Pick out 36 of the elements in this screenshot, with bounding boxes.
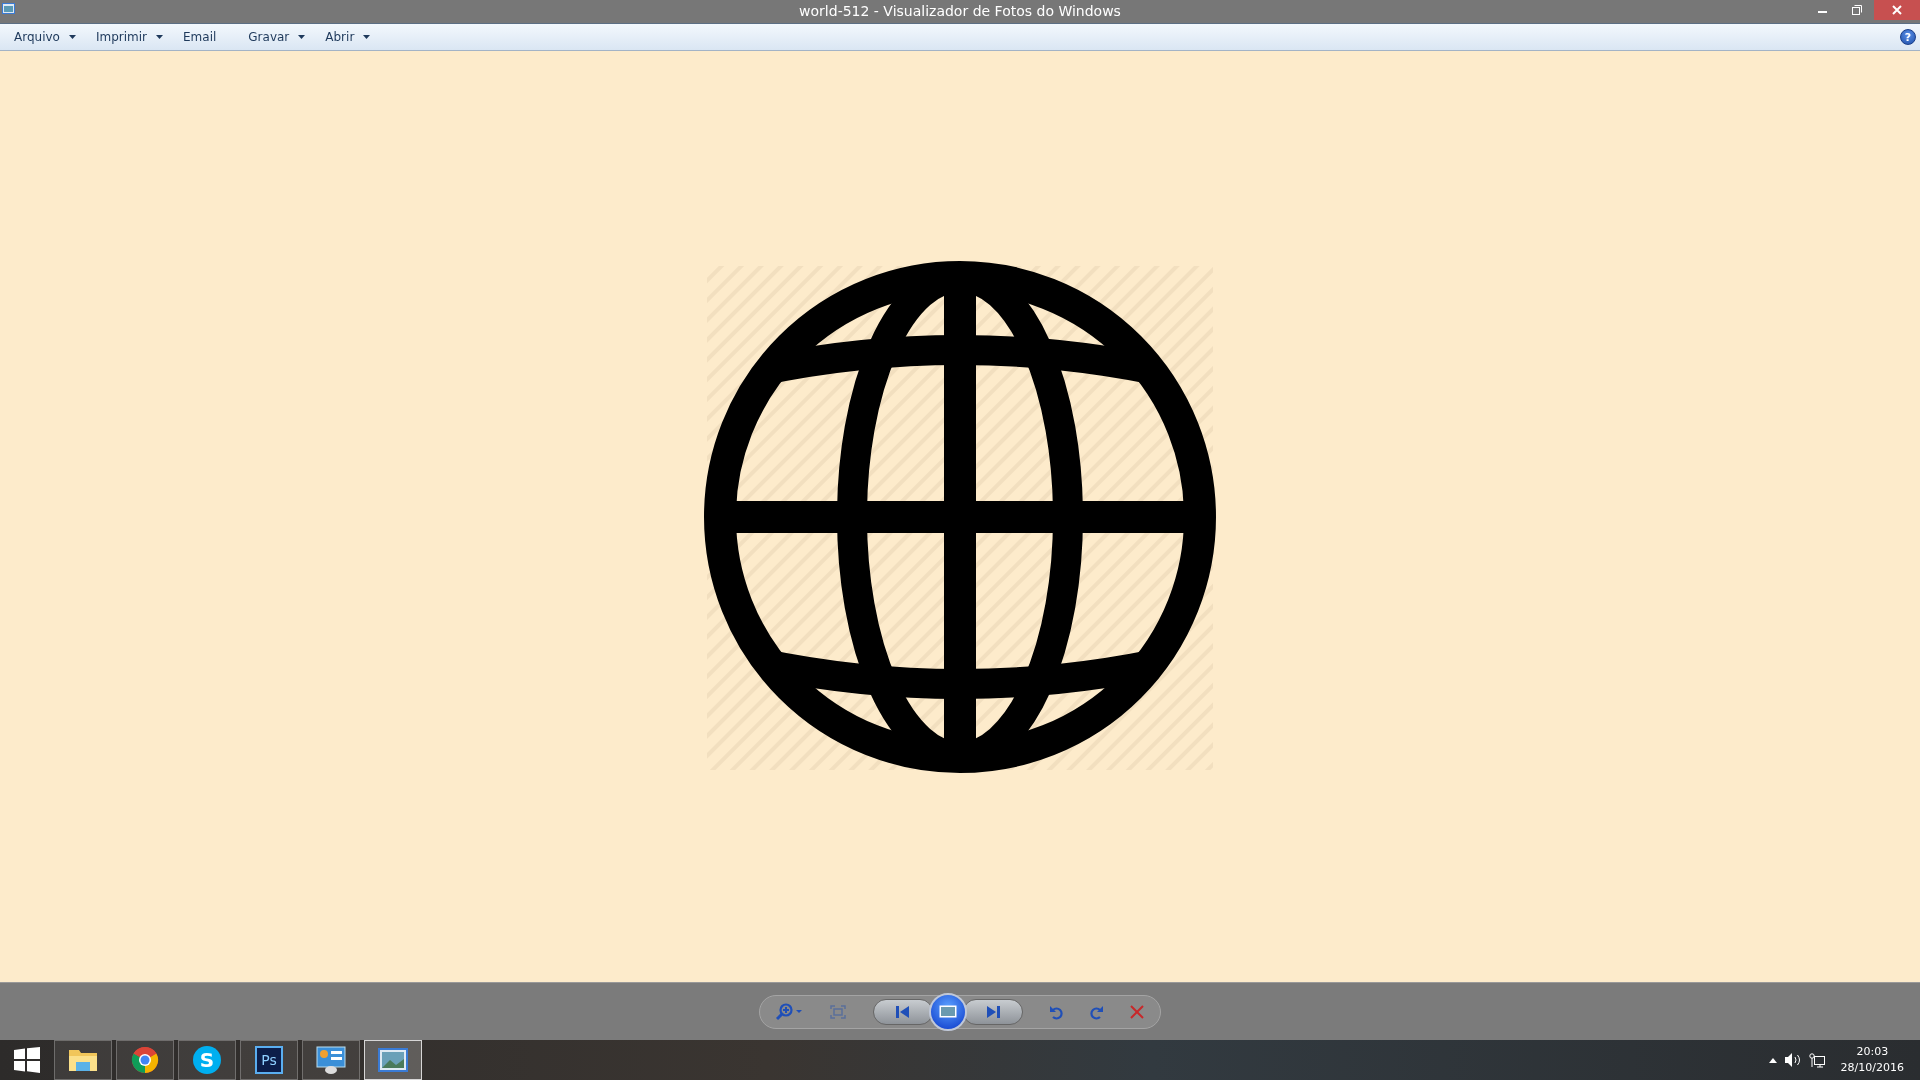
menu-button[interactable]: Abrir bbox=[315, 24, 381, 50]
close-icon bbox=[1892, 5, 1902, 15]
photoshop-icon: Ps bbox=[255, 1046, 283, 1074]
menu-button[interactable]: Imprimir bbox=[85, 24, 173, 50]
window-title: world-512 - Visualizador de Fotos do Windows bbox=[799, 2, 1121, 21]
menu-button[interactable]: Gravar bbox=[238, 24, 316, 50]
network-icon[interactable] bbox=[1808, 1052, 1825, 1068]
taskbar-button[interactable]: Ps bbox=[240, 1040, 298, 1080]
menu-button[interactable]: Arquivo bbox=[4, 24, 86, 50]
help-button[interactable]: ? bbox=[1900, 29, 1916, 45]
folder-icon bbox=[68, 1047, 98, 1073]
taskbar-button[interactable] bbox=[54, 1040, 112, 1080]
windows-logo-icon bbox=[14, 1047, 40, 1073]
menu-button[interactable]: Email bbox=[173, 24, 239, 50]
delete-icon bbox=[1129, 1004, 1144, 1019]
close-button[interactable] bbox=[1874, 0, 1920, 20]
restore-icon bbox=[1852, 5, 1862, 15]
zoom-icon bbox=[776, 1002, 804, 1021]
volume-icon[interactable] bbox=[1784, 1053, 1801, 1067]
rotate-left-icon bbox=[1049, 1003, 1064, 1020]
clock-time[interactable]: 20:03 bbox=[1840, 1044, 1904, 1060]
slideshow-button[interactable] bbox=[928, 992, 967, 1031]
chrome-icon bbox=[131, 1046, 159, 1074]
taskbar-button[interactable] bbox=[364, 1040, 422, 1080]
fit-frame-icon bbox=[830, 1004, 847, 1019]
control-panel-icon bbox=[316, 1046, 346, 1074]
taskbar-button[interactable] bbox=[302, 1040, 360, 1080]
previous-icon bbox=[895, 1005, 910, 1018]
clock-date[interactable]: 28/10/2016 bbox=[1840, 1060, 1904, 1076]
tray-expand-icon[interactable] bbox=[1768, 1057, 1777, 1063]
next-icon bbox=[985, 1005, 1000, 1018]
skype-icon: S bbox=[193, 1046, 221, 1074]
photo-viewer-icon bbox=[377, 1047, 409, 1073]
photo-app-icon bbox=[2, 3, 15, 14]
taskbar-button[interactable] bbox=[116, 1040, 174, 1080]
slideshow-icon bbox=[938, 1005, 957, 1018]
